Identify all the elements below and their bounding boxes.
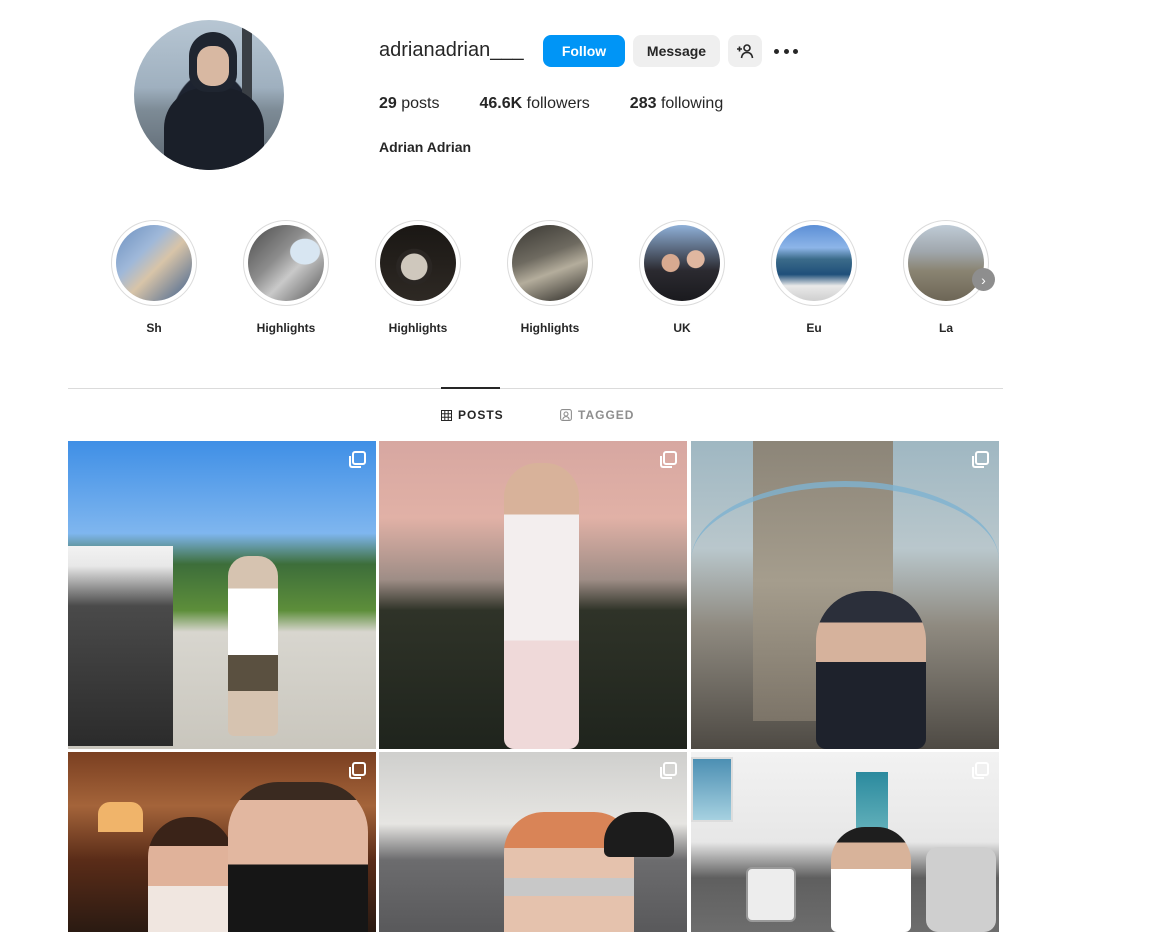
highlight-item[interactable]: Highlights (243, 220, 329, 335)
highlight-cover (116, 225, 192, 301)
highlight-label: Highlights (256, 321, 316, 335)
following-word: following (660, 95, 724, 112)
post-thumbnail[interactable] (691, 441, 999, 749)
highlight-cover (776, 225, 852, 301)
tab-tagged[interactable]: TAGGED (560, 408, 634, 422)
highlight-cover (908, 225, 984, 301)
highlight-item[interactable]: Eu (771, 220, 857, 335)
posts-word: posts (401, 95, 440, 112)
following-stat[interactable]: 283 following (630, 95, 723, 113)
follow-button[interactable]: Follow (543, 35, 625, 67)
highlight-item[interactable]: Highlights (507, 220, 593, 335)
post-thumbnail[interactable] (379, 752, 687, 932)
carousel-icon (660, 451, 677, 468)
chevron-right-icon[interactable]: › (972, 268, 995, 291)
profile-full-name: Adrian Adrian (379, 139, 472, 155)
tabs-divider (68, 388, 1003, 389)
following-count: 283 (629, 95, 657, 112)
highlight-label: Highlights (520, 321, 580, 335)
highlight-label: Sh (146, 321, 162, 335)
post-thumbnail[interactable] (68, 441, 376, 749)
post-thumbnail[interactable] (379, 441, 687, 749)
posts-stat: 29 posts (379, 95, 440, 113)
profile-username: adrianadrian___ (379, 39, 524, 61)
highlight-item[interactable]: Sh (111, 220, 197, 335)
followers-stat[interactable]: 46.6K followers (480, 95, 590, 113)
profile-avatar[interactable] (134, 20, 284, 170)
carousel-icon (349, 451, 366, 468)
highlight-label: Eu (806, 321, 822, 335)
more-options-icon[interactable] (774, 41, 798, 61)
highlight-label: UK (673, 321, 691, 335)
highlight-cover (380, 225, 456, 301)
followers-count: 46.6K (479, 95, 523, 112)
post-thumbnail[interactable] (691, 752, 999, 932)
active-tab-indicator (441, 387, 500, 389)
message-button[interactable]: Message (633, 35, 720, 67)
avatar-figure (164, 88, 264, 170)
highlight-cover (512, 225, 588, 301)
carousel-icon (972, 762, 989, 779)
highlight-cover (644, 225, 720, 301)
profile-stats: 29 posts 46.6K followers 283 following (379, 95, 723, 113)
highlight-label: La (938, 321, 953, 335)
highlight-label: Highlights (388, 321, 448, 335)
tab-posts-label: POSTS (458, 408, 504, 422)
add-user-icon (737, 44, 754, 59)
highlight-cover (248, 225, 324, 301)
carousel-icon (972, 451, 989, 468)
posts-count: 29 (379, 95, 397, 112)
tab-posts[interactable]: POSTS (441, 408, 504, 422)
highlight-item[interactable]: UK (639, 220, 725, 335)
followers-word: followers (526, 95, 590, 112)
post-thumbnail[interactable] (68, 752, 376, 932)
avatar-face (197, 46, 229, 86)
suggest-user-button[interactable] (728, 35, 762, 67)
tagged-icon (560, 409, 572, 421)
tab-tagged-label: TAGGED (578, 408, 635, 422)
carousel-icon (349, 762, 366, 779)
grid-icon (441, 409, 452, 421)
highlight-item[interactable]: Highlights (375, 220, 461, 335)
carousel-icon (660, 762, 677, 779)
